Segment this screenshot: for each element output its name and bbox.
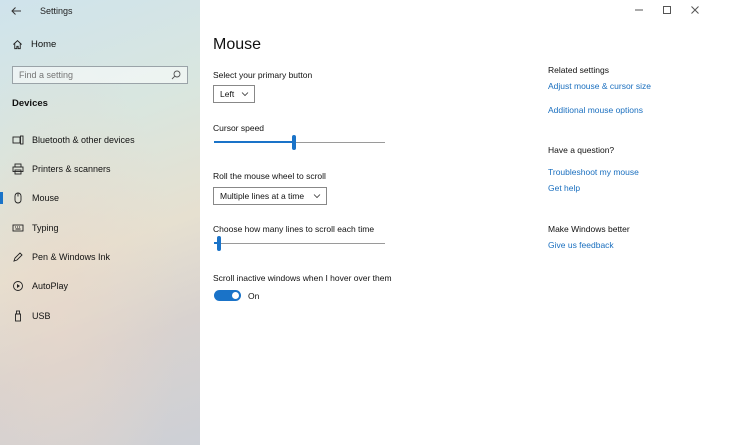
autoplay-icon — [12, 280, 24, 292]
pen-icon — [12, 251, 24, 263]
sidebar-item-label: Typing — [32, 223, 59, 233]
mouse-icon — [12, 192, 24, 204]
sidebar-item-printers[interactable]: Printers & scanners — [0, 158, 200, 180]
printer-icon — [12, 163, 24, 175]
cursor-speed-label: Cursor speed — [213, 123, 265, 133]
keyboard-icon — [12, 222, 24, 234]
sidebar-item-typing[interactable]: Typing — [0, 217, 200, 239]
sidebar-item-label: Bluetooth & other devices — [32, 135, 135, 145]
search-icon[interactable] — [171, 70, 181, 80]
adjust-mouse-cursor-link[interactable]: Adjust mouse & cursor size — [548, 81, 651, 91]
toggle-state-text: On — [248, 291, 260, 301]
minimize-button[interactable] — [629, 4, 649, 20]
scroll-wheel-dropdown[interactable]: Multiple lines at a time — [213, 187, 327, 205]
back-button[interactable] — [10, 5, 26, 19]
back-arrow-icon — [11, 7, 21, 15]
troubleshoot-link[interactable]: Troubleshoot my mouse — [548, 167, 639, 177]
maximize-icon — [663, 6, 671, 14]
chevron-down-icon — [241, 92, 249, 97]
lines-to-scroll-slider[interactable] — [214, 236, 385, 252]
slider-thumb[interactable] — [217, 236, 222, 251]
primary-button-value: Left — [220, 89, 235, 99]
sidebar-item-bluetooth[interactable]: Bluetooth & other devices — [0, 129, 200, 151]
toggle-knob — [232, 292, 239, 299]
inactive-scroll-label: Scroll inactive windows when I hover ove… — [213, 273, 392, 283]
question-heading: Have a question? — [548, 145, 615, 155]
search-box[interactable] — [12, 66, 188, 84]
primary-button-dropdown[interactable]: Left — [213, 85, 255, 103]
home-icon — [13, 40, 22, 50]
sidebar-item-label: USB — [32, 311, 51, 321]
slider-track — [214, 243, 385, 244]
scroll-wheel-label: Roll the mouse wheel to scroll — [213, 171, 326, 181]
minimize-icon — [635, 9, 643, 11]
sidebar: Home Devices Bluetooth & other devices P… — [0, 0, 200, 445]
primary-button-label: Select your primary button — [213, 70, 313, 80]
additional-mouse-options-link[interactable]: Additional mouse options — [548, 105, 643, 115]
sidebar-item-label: Mouse — [32, 193, 60, 203]
page-title: Mouse — [213, 36, 262, 53]
sidebar-item-autoplay[interactable]: AutoPlay — [0, 275, 200, 297]
maximize-button[interactable] — [657, 4, 677, 20]
sidebar-item-pen[interactable]: Pen & Windows Ink — [0, 246, 200, 268]
chevron-down-icon — [313, 194, 321, 199]
usb-icon — [12, 310, 24, 322]
window-title: Settings — [40, 6, 73, 16]
sidebar-item-label: AutoPlay — [32, 281, 69, 291]
slider-fill — [214, 141, 295, 143]
section-title: Devices — [12, 98, 48, 109]
lines-to-scroll-label: Choose how many lines to scroll each tim… — [213, 224, 375, 234]
close-button[interactable] — [685, 4, 705, 20]
sidebar-item-mouse[interactable]: Mouse — [0, 187, 200, 209]
related-settings-heading: Related settings — [548, 65, 609, 75]
cursor-speed-slider[interactable] — [214, 135, 385, 151]
sidebar-home[interactable]: Home — [12, 39, 56, 50]
sidebar-item-usb[interactable]: USB — [0, 305, 200, 327]
sidebar-item-label: Printers & scanners — [32, 164, 111, 174]
sidebar-item-label: Pen & Windows Ink — [32, 252, 111, 262]
get-help-link[interactable]: Get help — [548, 183, 580, 193]
sidebar-home-label: Home — [31, 39, 57, 50]
slider-thumb[interactable] — [292, 135, 297, 150]
bluetooth-devices-icon — [12, 134, 24, 146]
search-input[interactable] — [13, 69, 171, 81]
inactive-scroll-toggle[interactable] — [214, 290, 241, 301]
close-icon — [691, 6, 699, 14]
give-feedback-link[interactable]: Give us feedback — [548, 240, 614, 250]
make-windows-better-heading: Make Windows better — [548, 224, 630, 234]
scroll-wheel-value: Multiple lines at a time — [220, 191, 305, 201]
